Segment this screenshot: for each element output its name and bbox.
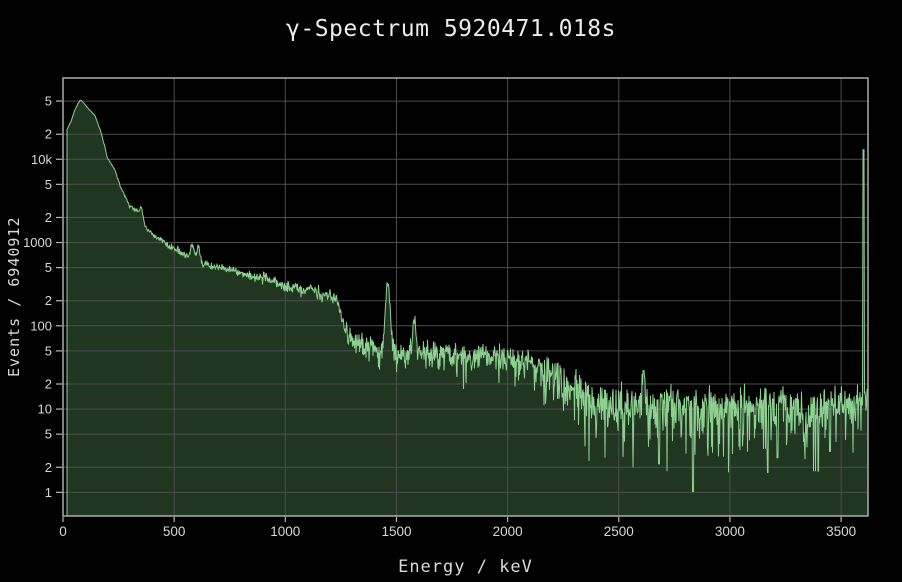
y-tick-label: 5 (45, 177, 52, 192)
x-tick-label: 2500 (604, 524, 634, 539)
x-tick-label: 1500 (381, 524, 411, 539)
x-tick-label: 3000 (715, 524, 745, 539)
spectrum-window: γ-Spectrum 5920471.018s Events / 6940912… (0, 0, 902, 582)
y-tick-label: 2 (45, 460, 52, 475)
y-tick-label: 5 (45, 260, 52, 275)
spectrum-plot: 0 500 1000 1500 2000 2500 3000 3500 1 2 5 10 2 5 100 2 5… (0, 0, 902, 582)
y-tick-label: 2 (45, 293, 52, 308)
y-tick-label: 10 (38, 402, 52, 417)
y-tick-label: 5 (45, 94, 52, 109)
y-tick-label: 2 (45, 377, 52, 392)
y-tick-label: 2 (45, 210, 52, 225)
y-tick-label: 1 (45, 485, 52, 500)
x-tick-label: 0 (59, 524, 67, 539)
y-tick-label: 1000 (23, 235, 52, 250)
y-tick-label: 5 (45, 343, 52, 358)
x-tick-label: 3500 (826, 524, 856, 539)
x-tick-label: 2000 (493, 524, 523, 539)
x-tick-label: 1000 (270, 524, 300, 539)
y-tick-label: 10k (31, 152, 52, 167)
y-tick-label: 100 (30, 318, 52, 333)
x-tick-label: 500 (163, 524, 186, 539)
y-tick-label: 2 (45, 127, 52, 142)
x-axis-label: Energy / keV (63, 557, 868, 577)
y-tick-label: 5 (45, 427, 52, 442)
spectrum-area (67, 100, 868, 516)
